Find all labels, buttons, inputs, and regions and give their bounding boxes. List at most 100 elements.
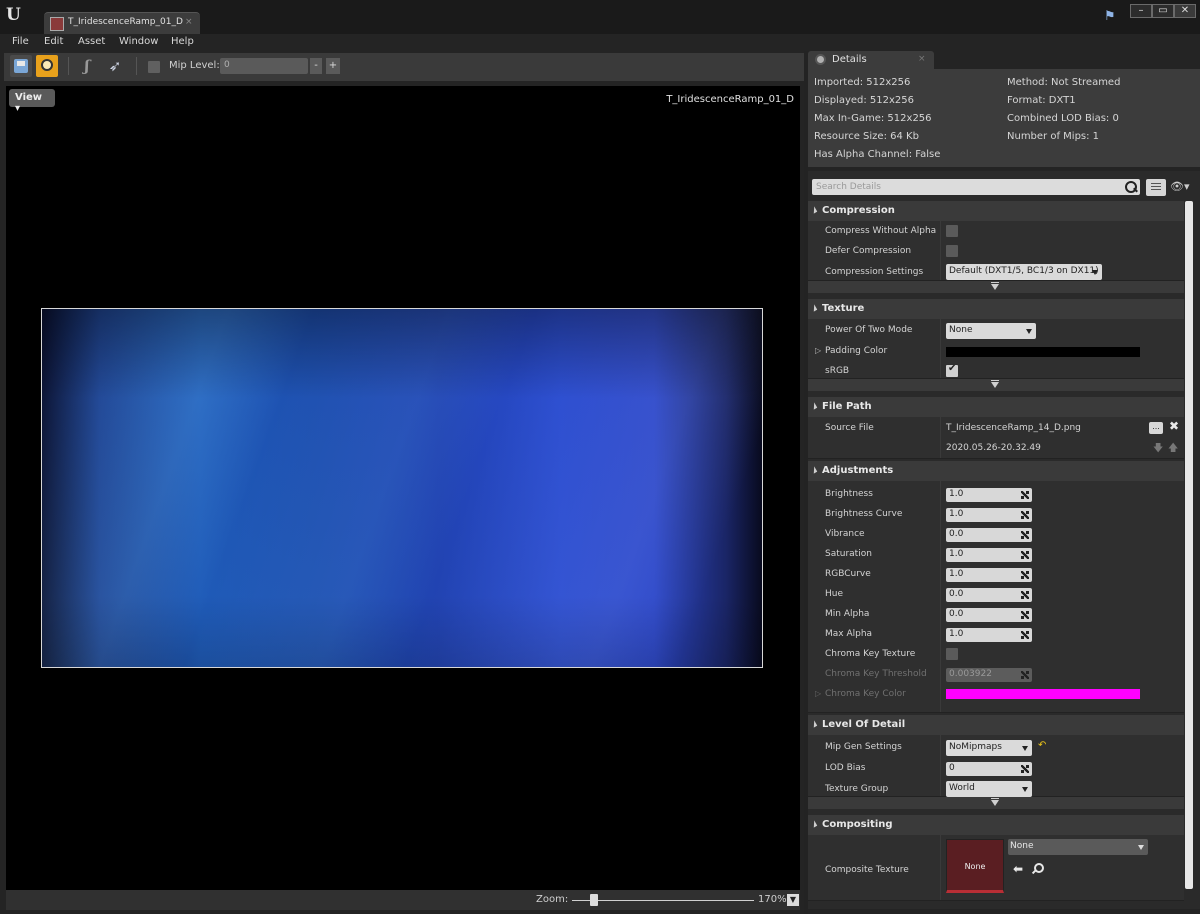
title-bar: U T_IridescenceRamp_01_D × ⚑ – ▭ ✕: [0, 0, 1200, 34]
close-details-icon[interactable]: ×: [918, 54, 926, 64]
use-selected-asset-icon[interactable]: ⬅: [1013, 862, 1023, 876]
composite-texture-dropdown[interactable]: None: [1008, 839, 1148, 855]
category-texture[interactable]: Texture: [808, 299, 1184, 319]
menu-file[interactable]: File: [12, 36, 29, 47]
minimize-button[interactable]: –: [1130, 4, 1152, 18]
search-input[interactable]: [812, 179, 1140, 195]
menu-help[interactable]: Help: [171, 36, 194, 47]
collapse-arrow-icon: [810, 720, 818, 728]
menu-asset[interactable]: Asset: [78, 36, 105, 47]
brightness-curve-field[interactable]: 1.0: [946, 508, 1032, 522]
defer-compression-checkbox[interactable]: [946, 245, 958, 257]
chevron-down-icon: [1022, 746, 1028, 751]
browse-file-button[interactable]: ...: [1149, 422, 1163, 434]
lod-bias-field[interactable]: 0: [946, 762, 1032, 776]
drag-spin-icon: [1021, 611, 1029, 619]
column-splitter[interactable]: [940, 417, 941, 458]
zoom-slider-handle[interactable]: [589, 894, 598, 906]
category-file-path[interactable]: File Path: [808, 397, 1184, 417]
menu-window[interactable]: Window: [119, 36, 158, 47]
property-matrix-button[interactable]: [1146, 179, 1166, 196]
mip-level-decrement-button[interactable]: -: [310, 58, 322, 74]
view-options-eye-icon[interactable]: 👁▾: [1170, 180, 1194, 194]
view-options-button[interactable]: View ▾: [9, 89, 55, 114]
mip-level-increment-button[interactable]: +: [326, 58, 340, 74]
search-icon[interactable]: [1124, 180, 1138, 194]
chevron-down-icon: [1022, 787, 1028, 792]
category-compositing[interactable]: Compositing: [808, 815, 1184, 835]
field-value: 1.0: [949, 509, 964, 519]
mip-gen-settings-dropdown[interactable]: NoMipmaps: [946, 740, 1032, 756]
save-button[interactable]: [10, 55, 32, 77]
notification-icon[interactable]: ⚑: [1104, 9, 1120, 25]
advanced-toggle-compression[interactable]: [808, 281, 1184, 293]
max-alpha-field[interactable]: 1.0: [946, 628, 1032, 642]
padding-color-swatch[interactable]: [946, 347, 1140, 357]
srgb-checkbox[interactable]: [946, 363, 958, 377]
prop-defer-compression: Defer Compression: [825, 246, 912, 256]
mip-level-field[interactable]: 0: [220, 58, 308, 74]
column-splitter[interactable]: [940, 481, 941, 712]
prop-saturation: Saturation: [825, 549, 872, 559]
composite-texture-thumbnail[interactable]: None: [946, 839, 1004, 893]
category-compression[interactable]: Compression: [808, 201, 1184, 221]
power-of-two-dropdown[interactable]: None: [946, 323, 1036, 339]
move-down-icon[interactable]: 🡇: [1153, 441, 1163, 458]
dropdown-value: None: [1010, 841, 1034, 851]
mip-level-checkbox[interactable]: [148, 61, 160, 73]
expand-arrow-icon[interactable]: ▷: [815, 346, 821, 355]
chevron-down-icon: [1092, 270, 1098, 275]
vibrance-field[interactable]: 0.0: [946, 528, 1032, 542]
collapse-arrow-icon: [810, 402, 818, 410]
texture-info-box: Imported: 512x256 Displayed: 512x256 Max…: [808, 71, 1200, 167]
prop-composite-texture: Composite Texture: [825, 865, 909, 875]
compression-settings-dropdown[interactable]: Default (DXT1/5, BC1/3 on DX11): [946, 264, 1102, 280]
move-up-icon[interactable]: 🡅: [1168, 441, 1178, 458]
expand-advanced-icon: [991, 282, 999, 290]
document-tab[interactable]: T_IridescenceRamp_01_D ×: [44, 12, 200, 34]
close-tab-icon[interactable]: ×: [185, 17, 193, 27]
category-body-level-of-detail: Mip Gen Settings NoMipmaps ↶ LOD Bias 0 …: [808, 735, 1184, 797]
category-adjustments[interactable]: Adjustments: [808, 461, 1184, 481]
info-has-alpha: Has Alpha Channel: False: [814, 149, 941, 160]
details-tab[interactable]: Details ×: [808, 51, 934, 69]
column-splitter[interactable]: [940, 319, 941, 378]
brightness-field[interactable]: 1.0: [946, 488, 1032, 502]
dropdown-value: NoMipmaps: [949, 742, 1002, 752]
chroma-key-color-swatch[interactable]: [946, 689, 1140, 699]
unreal-logo-icon[interactable]: U: [6, 5, 26, 25]
find-in-browser-icon[interactable]: [1032, 863, 1044, 874]
close-window-button[interactable]: ✕: [1174, 4, 1196, 18]
chroma-key-texture-checkbox[interactable]: [946, 648, 958, 660]
compress-now-button[interactable]: ➶: [104, 55, 126, 77]
column-splitter[interactable]: [940, 735, 941, 796]
min-alpha-field[interactable]: 0.0: [946, 608, 1032, 622]
reset-to-default-icon[interactable]: ↶: [1038, 740, 1046, 751]
category-body-compression: Compress Without Alpha Defer Compression…: [808, 221, 1184, 281]
hue-field[interactable]: 0.0: [946, 588, 1032, 602]
column-splitter[interactable]: [940, 221, 941, 280]
browse-asset-button[interactable]: [36, 55, 58, 77]
category-level-of-detail[interactable]: Level Of Detail: [808, 715, 1184, 735]
info-lod-bias: Combined LOD Bias: 0: [1007, 113, 1119, 124]
reimport-button[interactable]: ʃ: [76, 55, 98, 77]
prop-min-alpha: Min Alpha: [825, 609, 870, 619]
texture-group-dropdown[interactable]: World: [946, 781, 1032, 797]
chevron-down-icon: [1138, 845, 1144, 850]
expand-arrow-icon[interactable]: ▷: [815, 689, 821, 698]
rgbcurve-field[interactable]: 1.0: [946, 568, 1032, 582]
info-imported: Imported: 512x256: [814, 77, 911, 88]
saturation-field[interactable]: 1.0: [946, 548, 1032, 562]
chroma-key-threshold-field: 0.003922: [946, 668, 1032, 682]
maximize-button[interactable]: ▭: [1152, 4, 1174, 18]
compress-without-alpha-checkbox[interactable]: [946, 225, 958, 237]
zoom-dropdown-button[interactable]: ▼: [787, 894, 799, 906]
zoom-slider-track[interactable]: [572, 900, 754, 901]
column-splitter[interactable]: [940, 835, 941, 900]
menu-edit[interactable]: Edit: [44, 36, 63, 47]
advanced-toggle-level-of-detail[interactable]: [808, 797, 1184, 809]
advanced-toggle-texture[interactable]: [808, 379, 1184, 391]
details-scrollbar[interactable]: [1185, 201, 1193, 889]
texture-viewport[interactable]: View ▾ T_IridescenceRamp_01_D: [6, 86, 800, 890]
clear-source-file-icon[interactable]: ✖: [1169, 419, 1179, 433]
